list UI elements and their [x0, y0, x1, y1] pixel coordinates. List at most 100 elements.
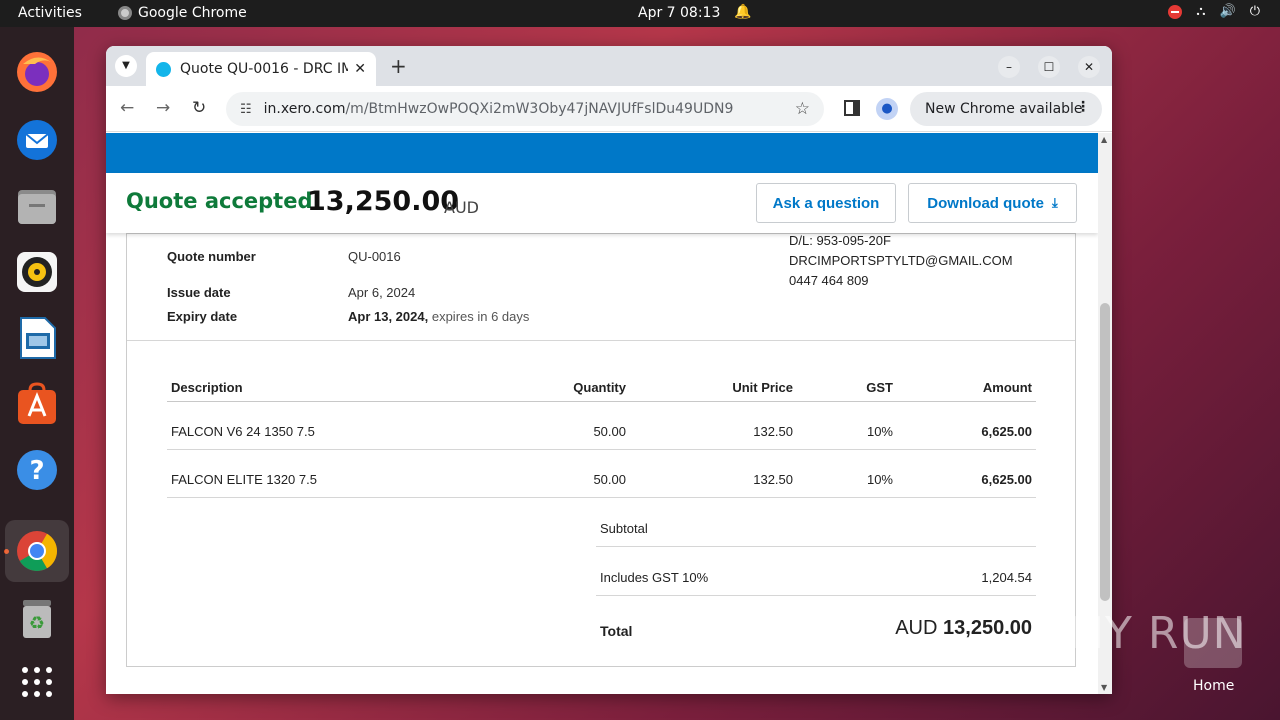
ask-question-button[interactable]: Ask a question — [756, 183, 896, 223]
maximize-button[interactable]: ☐ — [1038, 56, 1060, 78]
col-description: Description — [171, 380, 243, 395]
tab-quote[interactable]: Quote QU-0016 - DRC IM ✕ — [146, 52, 376, 86]
total-amount: 13,250.00 — [943, 617, 1032, 639]
page-viewport: Quote accepted 13,250.00 AUD Ask a quest… — [106, 133, 1098, 694]
rhythmbox-icon[interactable] — [12, 247, 62, 297]
chrome-icon — [118, 6, 132, 20]
minimize-button[interactable]: – — [998, 56, 1020, 78]
row-quantity: 50.00 — [593, 424, 626, 439]
ask-question-label: Ask a question — [772, 194, 880, 212]
contact-dl: D/L: 953-095-20F — [789, 233, 891, 248]
close-window-button[interactable]: ✕ — [1078, 56, 1100, 78]
thunderbird-icon[interactable] — [12, 115, 62, 165]
home-label[interactable]: Home — [1193, 678, 1234, 694]
col-unit-price: Unit Price — [732, 380, 793, 395]
row-gst: 10% — [866, 472, 893, 487]
row-gst: 10% — [866, 424, 893, 439]
app-name: Google Chrome — [138, 5, 247, 21]
issue-date-label: Issue date — [167, 285, 231, 300]
quote-status-bar: Quote accepted 13,250.00 AUD Ask a quest… — [106, 173, 1098, 233]
row-description: FALCON V6 24 1350 7.5 — [171, 424, 315, 439]
show-apps-icon[interactable] — [12, 657, 62, 707]
expiry-date: Apr 13, 2024, — [348, 309, 429, 324]
dock: ? ♻ — [0, 27, 74, 720]
trash-icon[interactable]: ♻ — [12, 593, 62, 643]
tab-strip: ▼ Quote QU-0016 - DRC IM ✕ + – ☐ ✕ — [106, 46, 1112, 86]
power-icon: ⏻ — [1249, 4, 1260, 19]
summary-divider — [596, 595, 1036, 596]
app-menu[interactable]: Google Chrome — [118, 5, 247, 21]
row-divider — [167, 449, 1036, 450]
libreoffice-impress-icon[interactable] — [12, 313, 62, 363]
quote-card: Quote number QU-0016 Issue date Apr 6, 2… — [126, 233, 1076, 667]
subtotal-label: Subtotal — [600, 521, 648, 536]
quote-total-amount: 13,250.00 — [307, 186, 460, 217]
download-quote-label: Download quote — [927, 194, 1044, 212]
chrome-window: ▼ Quote QU-0016 - DRC IM ✕ + – ☐ ✕ ← → ↻… — [106, 46, 1112, 694]
gst-value: 1,204.54 — [981, 570, 1032, 585]
total-currency: AUD — [895, 617, 938, 639]
clock[interactable]: Apr 7 08:13 — [638, 5, 720, 21]
download-icon: ⤓ — [1051, 195, 1058, 210]
profile-avatar-icon[interactable]: ● — [876, 98, 898, 120]
expiry-date-value: Apr 13, 2024, expires in 6 days — [348, 309, 529, 324]
xero-favicon-icon — [156, 61, 171, 77]
col-gst: GST — [866, 380, 893, 395]
network-icon: ⛬ — [1196, 4, 1206, 19]
do-not-disturb-icon — [1168, 4, 1183, 19]
summary-divider — [596, 546, 1036, 547]
address-bar[interactable]: ☷ in.xero.com/m/BtmHwzOwPOQXi2mW3Oby47jN… — [226, 92, 824, 126]
quote-status: Quote accepted — [126, 189, 313, 213]
col-quantity: Quantity — [573, 380, 626, 395]
activities-button[interactable]: Activities — [18, 5, 82, 21]
quote-number-label: Quote number — [167, 249, 256, 264]
row-unit-price: 132.50 — [753, 424, 793, 439]
watermark: ANY RUN — [1040, 608, 1247, 659]
forward-button[interactable]: → — [156, 98, 170, 118]
quote-currency: AUD — [444, 198, 479, 217]
back-button[interactable]: ← — [120, 98, 134, 118]
browser-toolbar: ← → ↻ ☷ in.xero.com/m/BtmHwzOwPOQXi2mW3O… — [106, 86, 1112, 132]
expiry-note: expires in 6 days — [431, 309, 530, 324]
google-chrome-icon[interactable] — [5, 520, 69, 582]
tab-title: Quote QU-0016 - DRC IM — [180, 61, 349, 77]
system-tray[interactable]: ⛬ 🔊 ⏻ — [1168, 4, 1260, 19]
download-quote-button[interactable]: Download quote ⤓ — [908, 183, 1077, 223]
scroll-down-icon[interactable]: ▼ — [1101, 683, 1107, 692]
update-chip-label: New Chrome available — [925, 101, 1083, 117]
issue-date-value: Apr 6, 2024 — [348, 285, 416, 300]
firefox-icon[interactable] — [12, 47, 62, 97]
row-unit-price: 132.50 — [753, 472, 793, 487]
top-bar: Activities Google Chrome Apr 7 08:13 🔔 ⛬… — [0, 0, 1280, 27]
scrollbar-thumb[interactable] — [1100, 303, 1110, 601]
row-amount: 6,625.00 — [981, 472, 1032, 487]
total-value: AUD 13,250.00 — [807, 617, 1032, 640]
url-host: in.xero.com — [263, 101, 346, 117]
scroll-up-icon[interactable]: ▲ — [1101, 135, 1107, 144]
volume-icon: 🔊 — [1219, 4, 1236, 19]
section-divider — [127, 340, 1075, 341]
close-tab-icon[interactable]: ✕ — [354, 61, 366, 77]
svg-text:♻: ♻ — [29, 613, 45, 634]
site-settings-icon[interactable]: ☷ — [240, 102, 252, 117]
bell-icon: 🔔 — [734, 4, 752, 20]
quote-number-value: QU-0016 — [348, 249, 401, 264]
more-menu-icon[interactable]: ⋮ — [1076, 99, 1090, 115]
side-panel-icon[interactable] — [844, 100, 860, 116]
col-amount: Amount — [982, 380, 1032, 395]
total-label: Total — [600, 623, 633, 639]
app-center-icon[interactable] — [12, 379, 62, 429]
expiry-date-label: Expiry date — [167, 309, 238, 324]
row-divider — [167, 497, 1036, 498]
contact-email[interactable]: DRCIMPORTSPTYLTD@GMAIL.COM — [789, 253, 1013, 268]
help-icon[interactable]: ? — [12, 445, 62, 495]
reload-button[interactable]: ↻ — [192, 98, 206, 118]
row-amount: 6,625.00 — [981, 424, 1032, 439]
new-tab-button[interactable]: + — [390, 54, 407, 78]
new-chrome-available-button[interactable]: New Chrome available ⋮ — [910, 92, 1102, 126]
tab-search-button[interactable]: ▼ — [115, 55, 137, 77]
row-description: FALCON ELITE 1320 7.5 — [171, 472, 317, 487]
bookmark-star-icon[interactable]: ☆ — [795, 99, 810, 119]
url-path: /m/BtmHwzOwPOQXi2mW3Oby47jNAVJUfFslDu49U… — [345, 101, 734, 117]
files-icon[interactable] — [12, 181, 62, 231]
